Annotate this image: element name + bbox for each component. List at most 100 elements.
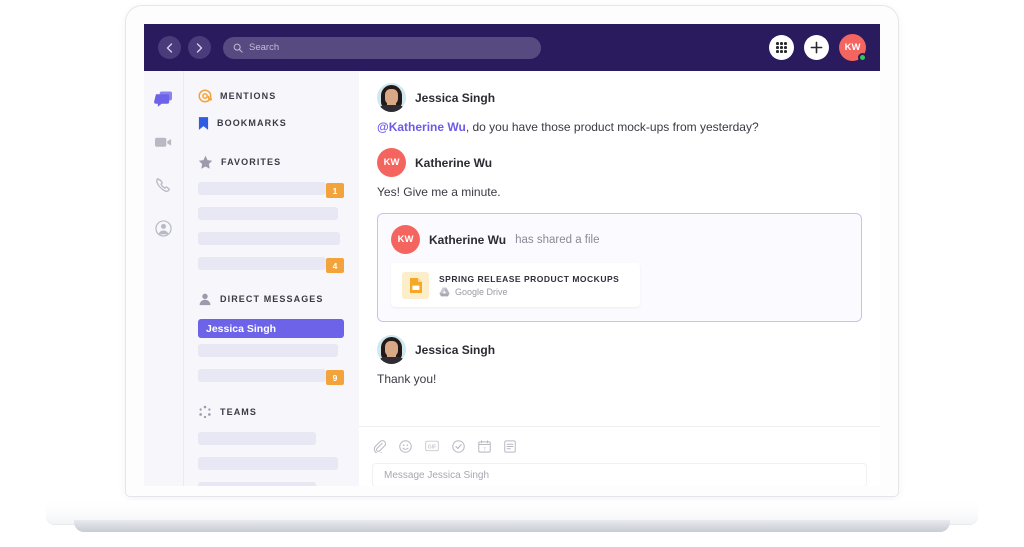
phone-icon bbox=[155, 177, 172, 194]
file-source-row: Google Drive bbox=[439, 287, 619, 297]
list-item[interactable]: 1 bbox=[184, 182, 359, 201]
document-icon[interactable] bbox=[504, 440, 516, 453]
emoji-icon[interactable] bbox=[399, 440, 412, 453]
message-body: @Katherine Wu, do you have those product… bbox=[377, 119, 862, 135]
list-item[interactable] bbox=[184, 482, 359, 486]
sidebar: MENTIONS BOOKMARKS FAVORITES bbox=[184, 71, 359, 486]
unread-badge: 1 bbox=[326, 183, 344, 198]
file-attachment[interactable]: SPRING RELEASE PRODUCT MOCKUPS Google Dr… bbox=[391, 263, 640, 307]
sidebar-label-mentions: MENTIONS bbox=[220, 91, 276, 101]
message-list: Jessica Singh @Katherine Wu, do you have… bbox=[359, 71, 880, 388]
app-screen: Search KW bbox=[144, 24, 880, 486]
google-drive-icon bbox=[439, 287, 450, 297]
chevron-left-icon bbox=[166, 43, 173, 53]
calendar-icon[interactable]: 7 bbox=[478, 440, 491, 453]
message-header: Jessica Singh bbox=[377, 83, 862, 112]
sidebar-item-favorites[interactable]: FAVORITES bbox=[184, 151, 359, 173]
message-header: KW Katherine Wu bbox=[377, 148, 862, 177]
user-avatar[interactable]: KW bbox=[839, 34, 866, 61]
file-source: Google Drive bbox=[455, 287, 508, 297]
sidebar-label-direct-messages: DIRECT MESSAGES bbox=[220, 294, 324, 304]
avatar bbox=[377, 83, 406, 112]
add-button[interactable] bbox=[804, 35, 829, 60]
attachment-icon[interactable] bbox=[373, 440, 386, 453]
back-button[interactable] bbox=[158, 36, 181, 59]
mention-chip[interactable]: @Katherine Wu bbox=[377, 120, 466, 134]
search-input[interactable]: Search bbox=[223, 37, 541, 59]
avatar-initials: KW bbox=[384, 157, 400, 168]
file-share-suffix: has shared a file bbox=[515, 234, 599, 246]
screenshot-stage: Search KW bbox=[0, 0, 1024, 547]
sidebar-label-favorites: FAVORITES bbox=[221, 157, 281, 167]
at-sign-icon bbox=[198, 89, 212, 103]
file-meta: SPRING RELEASE PRODUCT MOCKUPS Google Dr… bbox=[439, 274, 619, 297]
svg-text:GIF: GIF bbox=[428, 444, 436, 450]
composer-toolbar: GIF 7 bbox=[373, 436, 866, 456]
list-item[interactable] bbox=[184, 232, 359, 251]
dm-list: Jessica Singh 9 bbox=[184, 319, 359, 388]
online-status-dot bbox=[858, 53, 867, 62]
sidebar-item-bookmarks[interactable]: BOOKMARKS bbox=[184, 112, 359, 134]
dialpad-icon bbox=[776, 42, 787, 53]
rail-item-video[interactable] bbox=[152, 130, 176, 154]
chevron-right-icon bbox=[196, 43, 203, 53]
sidebar-item-teams[interactable]: TEAMS bbox=[184, 401, 359, 423]
unread-badge: 4 bbox=[326, 258, 344, 273]
message-item: KW Katherine Wu Yes! Give me a minute. bbox=[377, 148, 862, 200]
star-icon bbox=[198, 155, 213, 170]
list-item[interactable] bbox=[184, 432, 359, 451]
app-body: MENTIONS BOOKMARKS FAVORITES bbox=[144, 71, 880, 486]
rail-item-chat[interactable] bbox=[152, 87, 176, 111]
gif-icon[interactable]: GIF bbox=[425, 440, 439, 453]
app-header: Search KW bbox=[144, 24, 880, 71]
message-header: Jessica Singh bbox=[377, 335, 862, 364]
sidebar-item-jessica-singh[interactable]: Jessica Singh bbox=[198, 319, 344, 338]
file-share-card[interactable]: KW Katherine Wu has shared a file bbox=[377, 213, 862, 322]
file-icon-box bbox=[402, 272, 429, 299]
svg-text:7: 7 bbox=[483, 446, 486, 451]
message-input[interactable]: Message Jessica Singh bbox=[373, 464, 866, 486]
search-icon bbox=[233, 43, 243, 53]
list-item[interactable]: 4 bbox=[184, 257, 359, 276]
chat-panel: Jessica Singh @Katherine Wu, do you have… bbox=[359, 71, 880, 486]
plus-icon bbox=[810, 41, 823, 54]
teams-dots-icon bbox=[198, 405, 212, 419]
dm-selected-label: Jessica Singh bbox=[206, 323, 276, 335]
list-item[interactable] bbox=[184, 207, 359, 226]
sidebar-label-teams: TEAMS bbox=[220, 407, 257, 417]
chat-bubbles-icon bbox=[154, 91, 173, 108]
favorites-list: 1 4 bbox=[184, 182, 359, 276]
list-item[interactable] bbox=[184, 344, 359, 363]
avatar bbox=[377, 335, 406, 364]
message-text: , do you have those product mock-ups fro… bbox=[466, 120, 759, 134]
avatar: KW bbox=[377, 148, 406, 177]
unread-badge: 9 bbox=[326, 370, 344, 385]
forward-button[interactable] bbox=[188, 36, 211, 59]
rail-item-phone[interactable] bbox=[152, 173, 176, 197]
message-text: Yes! Give me a minute. bbox=[377, 184, 862, 200]
video-camera-icon bbox=[154, 135, 173, 149]
message-composer: GIF 7 Message Jessica Singh bbox=[359, 426, 880, 486]
search-placeholder: Search bbox=[249, 42, 279, 53]
icon-rail bbox=[144, 71, 184, 486]
dialpad-button[interactable] bbox=[769, 35, 794, 60]
header-actions: KW bbox=[769, 34, 866, 61]
sidebar-item-direct-messages[interactable]: DIRECT MESSAGES bbox=[184, 288, 359, 310]
message-author: Jessica Singh bbox=[415, 91, 495, 105]
message-item: Jessica Singh @Katherine Wu, do you have… bbox=[377, 83, 862, 135]
person-icon bbox=[198, 292, 212, 306]
message-item: Jessica Singh Thank you! bbox=[377, 335, 862, 387]
list-item[interactable]: 9 bbox=[184, 369, 359, 388]
file-name: SPRING RELEASE PRODUCT MOCKUPS bbox=[439, 274, 619, 284]
teams-list bbox=[184, 432, 359, 486]
sidebar-item-mentions[interactable]: MENTIONS bbox=[184, 85, 359, 107]
message-author: Katherine Wu bbox=[415, 156, 492, 170]
laptop-base-lip bbox=[74, 520, 950, 532]
approval-icon[interactable] bbox=[452, 440, 465, 453]
rail-item-contacts[interactable] bbox=[152, 216, 176, 240]
message-input-placeholder: Message Jessica Singh bbox=[384, 470, 489, 481]
person-icon bbox=[155, 220, 172, 237]
list-item[interactable] bbox=[184, 457, 359, 476]
user-avatar-initials: KW bbox=[845, 42, 861, 53]
bookmark-icon bbox=[198, 116, 209, 131]
